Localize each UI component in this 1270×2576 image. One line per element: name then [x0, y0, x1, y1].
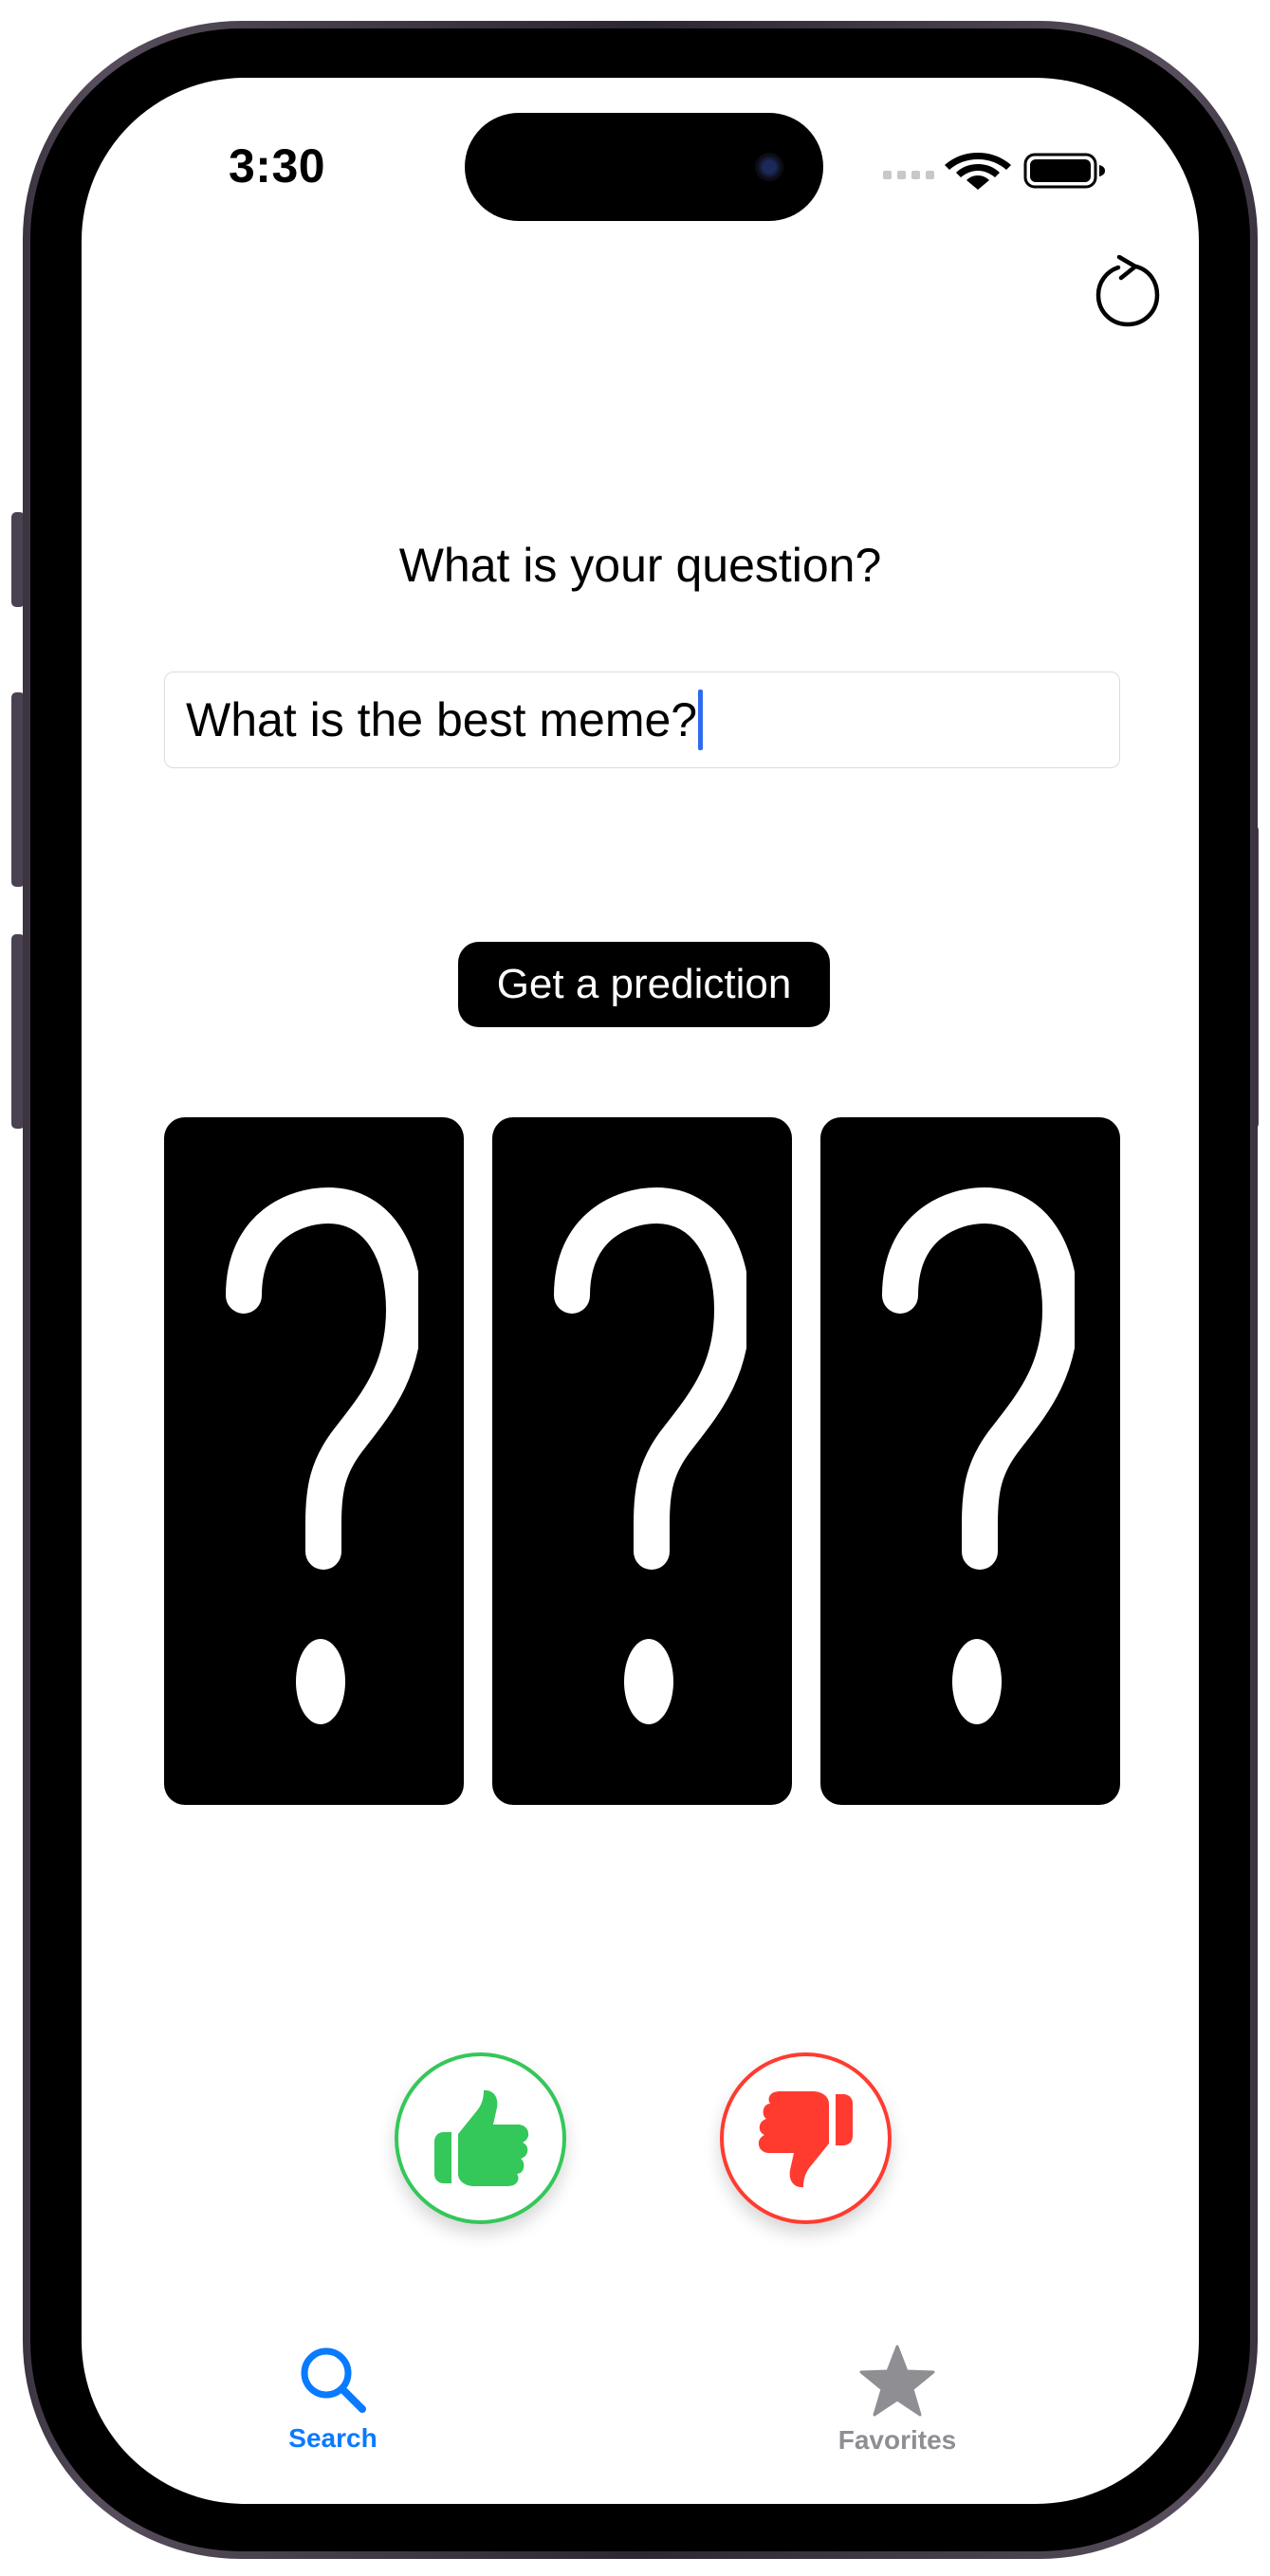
tab-favorites[interactable]: Favorites [793, 2345, 1002, 2456]
get-prediction-button[interactable]: Get a prediction [458, 942, 830, 1027]
tab-favorites-label: Favorites [837, 2425, 957, 2455]
status-time: 3:30 [229, 139, 326, 193]
star-fill-icon [859, 2345, 935, 2417]
prediction-card [492, 1117, 792, 1805]
refresh-button[interactable] [1095, 254, 1161, 327]
tab-search[interactable]: Search [229, 2345, 437, 2454]
prediction-card [164, 1117, 464, 1805]
app-screen: 3:30 What is your question? What is the … [82, 78, 1199, 2504]
question-input[interactable]: What is the best meme? [164, 672, 1120, 768]
question-mark-icon [554, 1187, 746, 1724]
wifi-icon [945, 153, 1011, 190]
front-camera [755, 153, 783, 181]
battery-icon [1023, 153, 1105, 189]
device-bezel: 3:30 What is your question? What is the … [30, 28, 1250, 2551]
dynamic-island [465, 113, 823, 221]
cellular-signal-icon [883, 171, 934, 179]
hand-thumbsup-fill-icon [433, 2089, 528, 2186]
tab-search-label: Search [288, 2423, 377, 2453]
prediction-card [820, 1117, 1120, 1805]
thumbs-up-button[interactable] [395, 2052, 566, 2224]
thumbs-down-button[interactable] [720, 2052, 892, 2224]
get-prediction-label: Get a prediction [496, 961, 792, 1007]
question-label: What is your question? [398, 539, 882, 592]
arrow-clockwise-icon [1095, 254, 1160, 327]
question-mark-icon [882, 1187, 1075, 1724]
question-input-text: What is the best meme? [186, 693, 698, 746]
text-caret [698, 690, 704, 750]
prediction-cards [164, 1117, 1120, 1805]
magnifyingglass-icon [301, 2347, 366, 2413]
question-mark-icon [226, 1187, 418, 1724]
device-frame: 3:30 What is your question? What is the … [23, 21, 1258, 2559]
status-indicators [883, 150, 1111, 190]
hand-thumbsdown-fill-icon [758, 2090, 853, 2187]
